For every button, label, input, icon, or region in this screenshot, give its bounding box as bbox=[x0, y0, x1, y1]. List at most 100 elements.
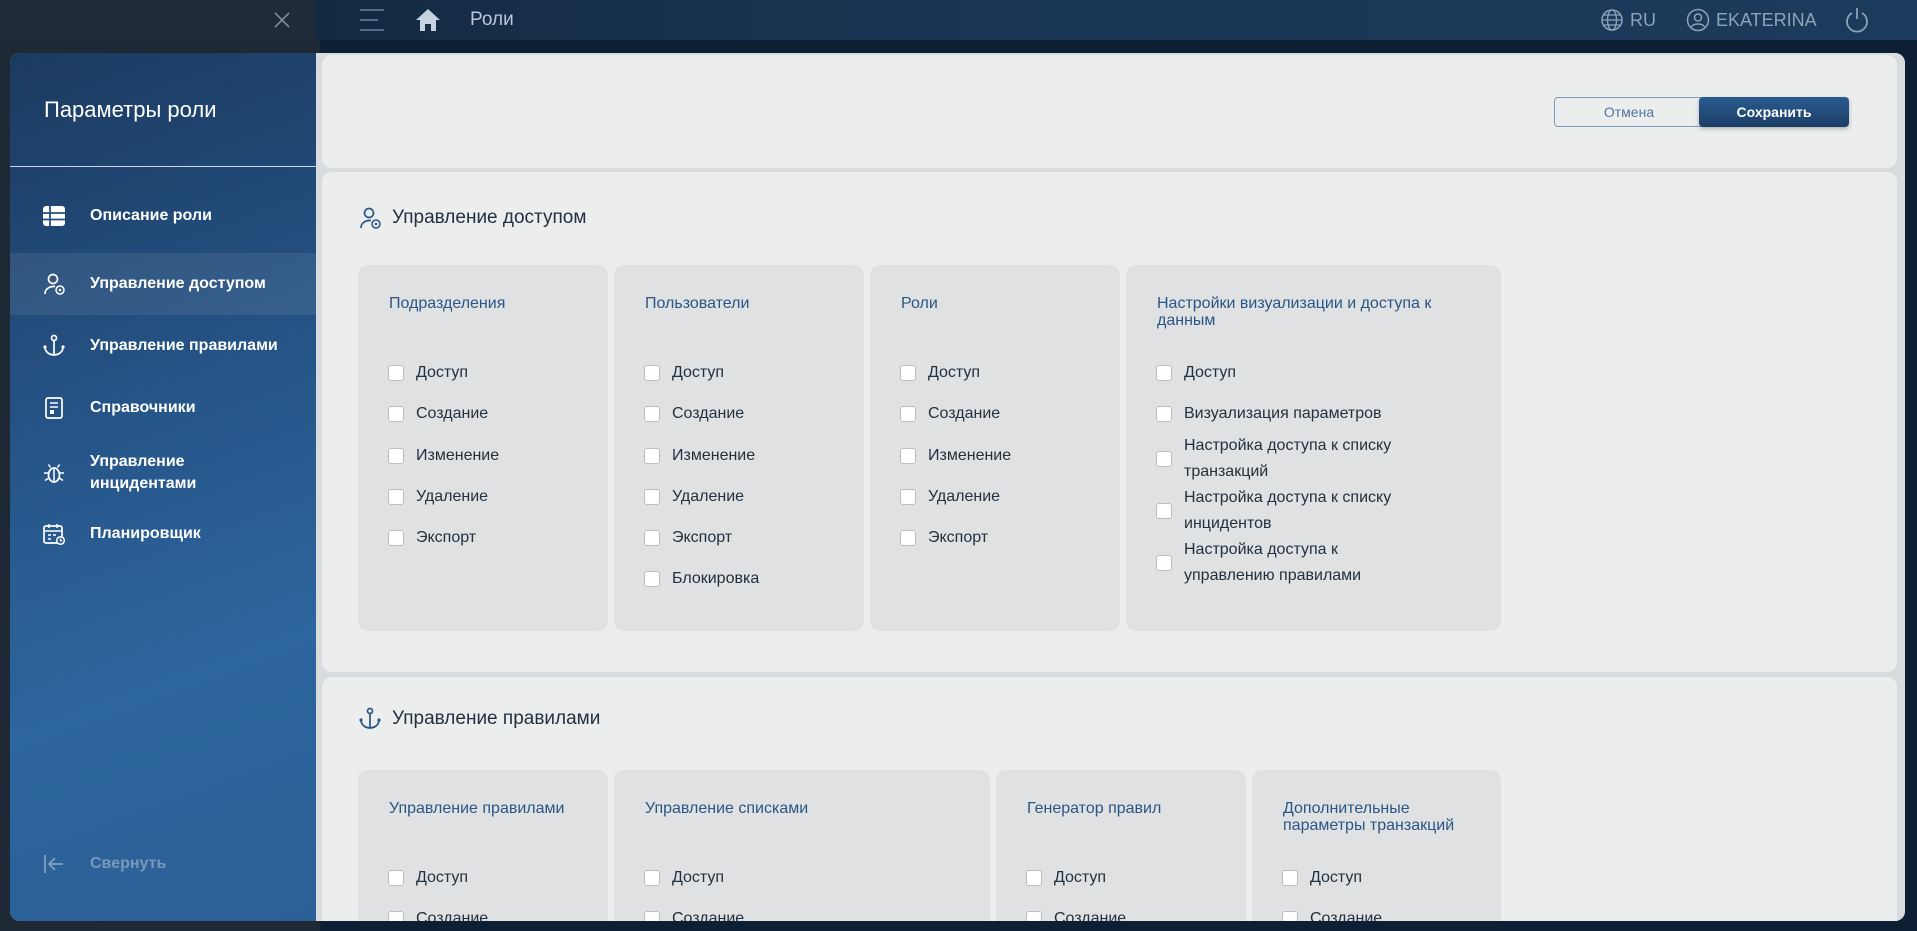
permission-option[interactable]: Удаление bbox=[388, 484, 488, 510]
option-label: Изменение bbox=[672, 447, 756, 464]
checkbox[interactable] bbox=[644, 448, 660, 464]
permission-option[interactable]: Экспорт bbox=[388, 525, 476, 551]
permission-option[interactable]: Удаление bbox=[900, 484, 1000, 510]
permission-option[interactable]: Доступ bbox=[388, 865, 468, 891]
option-label: Удаление bbox=[416, 488, 489, 505]
group-title: Управление списками bbox=[645, 800, 809, 817]
option-label: Блокировка bbox=[672, 570, 760, 587]
content-area: Отмена Сохранить Управление доступом Под… bbox=[320, 53, 1905, 921]
home-icon[interactable] bbox=[414, 6, 442, 34]
permission-group: Пользователи Доступ Создание Изменение У… bbox=[614, 265, 864, 631]
access-section-title: Управление доступом bbox=[392, 207, 587, 228]
checkbox[interactable] bbox=[1282, 870, 1298, 886]
permission-option[interactable]: Создание bbox=[388, 906, 488, 921]
cancel-button[interactable]: Отмена bbox=[1554, 97, 1704, 127]
checkbox[interactable] bbox=[900, 489, 916, 505]
permission-option[interactable]: Настройка доступа к управлению правилами bbox=[1156, 537, 1424, 589]
option-label: Изменение bbox=[416, 447, 500, 464]
book-icon bbox=[45, 397, 63, 419]
permission-option[interactable]: Доступ bbox=[1156, 360, 1236, 386]
checkbox[interactable] bbox=[900, 365, 916, 381]
option-label: Доступ bbox=[672, 869, 725, 886]
option-label: Создание bbox=[672, 405, 745, 422]
user-menu[interactable]: EKATERINA bbox=[1686, 8, 1817, 32]
checkbox[interactable] bbox=[644, 365, 660, 381]
sidebar-item-role-description[interactable]: Описание роли bbox=[10, 193, 316, 239]
sidebar-item-rules-control[interactable]: Управление правилами bbox=[10, 323, 316, 369]
option-label: Создание bbox=[416, 405, 489, 422]
actions-card: Отмена Сохранить bbox=[322, 55, 1897, 168]
checkbox[interactable] bbox=[644, 911, 660, 921]
user-icon bbox=[1686, 8, 1710, 32]
permission-option[interactable]: Настройка доступа к списку транзакций bbox=[1156, 433, 1424, 485]
checkbox[interactable] bbox=[388, 489, 404, 505]
checkbox[interactable] bbox=[1156, 365, 1172, 381]
permission-option[interactable]: Изменение bbox=[388, 443, 499, 469]
sidebar-item-label: Управление правилами bbox=[90, 337, 278, 354]
permission-option[interactable]: Создание bbox=[900, 401, 1000, 427]
permission-option[interactable]: Настройка доступа к списку инцидентов bbox=[1156, 485, 1424, 537]
checkbox[interactable] bbox=[644, 406, 660, 422]
checkbox[interactable] bbox=[1026, 870, 1042, 886]
checkbox[interactable] bbox=[388, 870, 404, 886]
language-switch[interactable]: RU bbox=[1600, 8, 1656, 32]
option-label: Изменение bbox=[928, 447, 1012, 464]
checkbox[interactable] bbox=[900, 406, 916, 422]
option-label: Экспорт bbox=[928, 529, 989, 546]
menu-icon[interactable] bbox=[358, 6, 386, 34]
permission-option[interactable]: Создание bbox=[388, 401, 488, 427]
sidebar-item-scheduler[interactable]: Планировщик bbox=[10, 511, 316, 557]
permission-option[interactable]: Доступ bbox=[1026, 865, 1106, 891]
group-title: Дополнительные параметры транзакций bbox=[1283, 800, 1455, 834]
checkbox[interactable] bbox=[388, 406, 404, 422]
option-label: Визуализация параметров bbox=[1184, 405, 1382, 422]
sidebar-item-access-control[interactable]: Управление доступом bbox=[10, 253, 316, 315]
permission-option[interactable]: Визуализация параметров bbox=[1156, 401, 1382, 427]
permission-option[interactable]: Создание bbox=[1282, 906, 1382, 921]
checkbox[interactable] bbox=[644, 870, 660, 886]
permission-option[interactable]: Экспорт bbox=[644, 525, 732, 551]
checkbox[interactable] bbox=[1026, 911, 1042, 921]
checkbox[interactable] bbox=[388, 530, 404, 546]
permission-option[interactable]: Доступ bbox=[900, 360, 980, 386]
permission-option[interactable]: Доступ bbox=[644, 360, 724, 386]
permission-option[interactable]: Доступ bbox=[644, 865, 724, 891]
power-icon[interactable] bbox=[1843, 6, 1871, 34]
permission-option[interactable]: Удаление bbox=[644, 484, 744, 510]
option-label: Доступ bbox=[1184, 364, 1237, 381]
permission-option[interactable]: Создание bbox=[1026, 906, 1126, 921]
checkbox[interactable] bbox=[644, 489, 660, 505]
checkbox[interactable] bbox=[1282, 911, 1298, 921]
checkbox[interactable] bbox=[388, 365, 404, 381]
save-button[interactable]: Сохранить bbox=[1699, 97, 1849, 127]
option-label: Доступ bbox=[1310, 869, 1363, 886]
option-label: Настройка доступа к списку инцидентов bbox=[1184, 489, 1392, 532]
permission-option[interactable]: Доступ bbox=[388, 360, 468, 386]
sidebar-item-incidents[interactable]: Управление инцидентами bbox=[10, 441, 316, 505]
permission-option[interactable]: Создание bbox=[644, 906, 744, 921]
checkbox[interactable] bbox=[1156, 555, 1172, 571]
checkbox[interactable] bbox=[1156, 503, 1172, 519]
checkbox[interactable] bbox=[1156, 451, 1172, 467]
permission-option[interactable]: Создание bbox=[644, 401, 744, 427]
option-label: Создание bbox=[672, 910, 745, 921]
option-label: Доступ bbox=[416, 364, 469, 381]
checkbox[interactable] bbox=[900, 448, 916, 464]
permission-group: Генератор правил Доступ Создание bbox=[996, 770, 1246, 921]
permission-option[interactable]: Изменение bbox=[900, 443, 1011, 469]
permission-option[interactable]: Экспорт bbox=[900, 525, 988, 551]
checkbox[interactable] bbox=[644, 571, 660, 587]
checkbox[interactable] bbox=[388, 448, 404, 464]
permission-option[interactable]: Блокировка bbox=[644, 566, 759, 592]
checkbox[interactable] bbox=[388, 911, 404, 921]
sidebar-item-directories[interactable]: Справочники bbox=[10, 385, 316, 431]
checkbox[interactable] bbox=[644, 530, 660, 546]
sidebar-item-label: Планировщик bbox=[90, 525, 201, 542]
checkbox[interactable] bbox=[1156, 406, 1172, 422]
permission-option[interactable]: Изменение bbox=[644, 443, 755, 469]
checkbox[interactable] bbox=[900, 530, 916, 546]
close-icon[interactable] bbox=[270, 8, 294, 32]
permission-option[interactable]: Доступ bbox=[1282, 865, 1362, 891]
collapse-sidebar-button[interactable]: Свернуть bbox=[10, 849, 316, 879]
rules-section-title: Управление правилами bbox=[392, 708, 601, 729]
